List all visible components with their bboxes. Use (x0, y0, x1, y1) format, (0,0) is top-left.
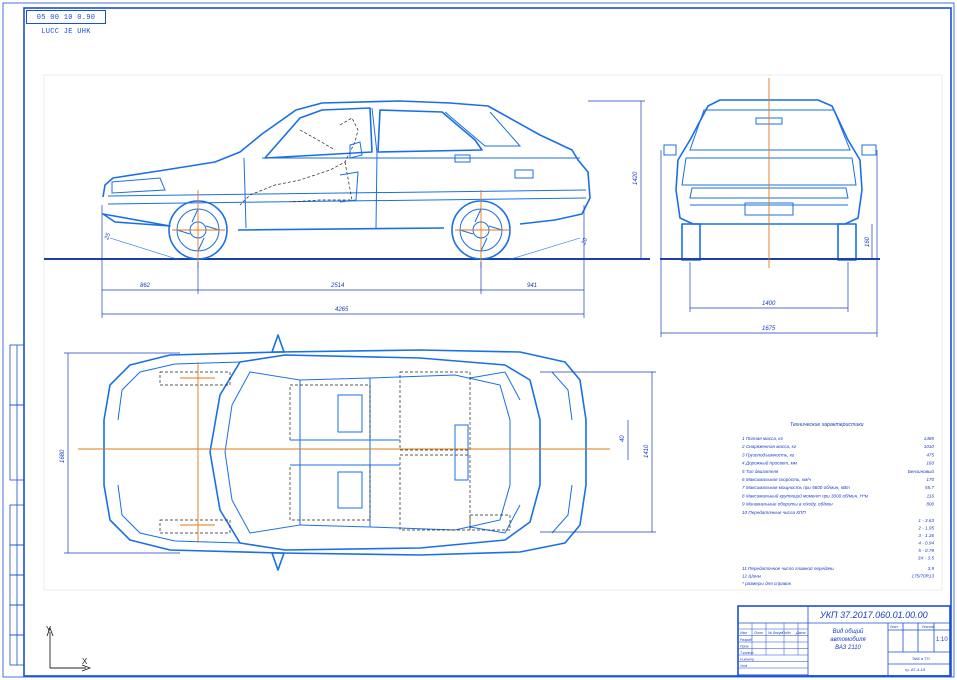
doc-code: УКП 37.2017.060.01.00.00 (819, 610, 928, 620)
dim-height: 1420 (633, 171, 639, 185)
spec-label: 10 Передаточные числа КПП (742, 510, 806, 515)
spec-gear: 4 - 0.94 (918, 541, 934, 546)
tb-row-label: Разраб (740, 638, 753, 642)
side-window-rear (377, 109, 483, 153)
binding-strip (9, 344, 25, 666)
sheets-label: Листов (922, 625, 934, 629)
spec-value: 175/70R13 (912, 574, 935, 579)
technical-drawing: .ln { stroke: #1a6fe6; fill: none; strok… (2, 2, 955, 678)
spec-gear: 2 - 1.95 (917, 526, 934, 531)
spec-label: 8 Максимальный крутящий момент при 3000 … (742, 492, 869, 498)
dim-overall-width: 1675 (762, 326, 776, 332)
sheet-label: Лист (890, 625, 899, 629)
specs-table: Технические характеристики 1 Полная масс… (741, 422, 934, 586)
scale: 1:10 (936, 637, 948, 643)
dim-front-overhang: 862 (140, 283, 151, 289)
spec-value: 800 (926, 502, 934, 507)
rear-view (660, 78, 880, 268)
spec-label: 1 Полная масса, кг (742, 436, 784, 441)
title-block: Изм Лист № докум Подп ДатаРазрабПровТ.контрН… (737, 605, 951, 677)
dim-track: 1400 (762, 301, 776, 307)
tb-row-label: Н.контр (740, 658, 754, 662)
dim-overall-length: 4265 (335, 307, 349, 313)
spec-gear: 5 - 0.78 (918, 548, 934, 553)
spec-value: Бензиновый (908, 468, 935, 474)
spec-label: 6 Максимальная скорость, км/ч (742, 477, 812, 482)
spec-value: 1010 (924, 444, 935, 449)
spec-gear: 3Х - 3.5 (918, 556, 935, 561)
coordinate-axes: Y X (46, 625, 92, 672)
spec-value: 116 (927, 493, 935, 498)
spec-label: 4 Дорожный просвет, мм (742, 460, 798, 466)
drawing-name-2: автомобиля (830, 637, 866, 643)
sheet-area (43, 74, 943, 591)
spec-label: * размеры для справок (742, 581, 792, 586)
spec-label: 11 Передаточное число главной передачи (742, 565, 834, 571)
top-view (78, 334, 610, 571)
spec-label: 12 Шины (742, 574, 762, 579)
drawing-frame (23, 7, 952, 677)
driver-figure (239, 117, 359, 206)
spec-gear: 1 - 3.63 (918, 518, 934, 523)
axis-x-label: X (82, 657, 88, 666)
spec-label: 9 Минимальные обороты в х/ходу, об/мин (742, 502, 833, 507)
spec-label: 5 Тип двигателя (742, 469, 779, 474)
dim-angle-rear: 20 (581, 237, 589, 247)
axis-y-label: Y (46, 625, 52, 634)
spec-value: 170 (926, 477, 934, 482)
side-dimensions: 862 2514 941 4265 1420 25 20 (101, 100, 645, 318)
top-body-outline (103, 349, 587, 556)
dim-angle-front: 25 (104, 232, 112, 242)
side-window-front (264, 107, 373, 159)
dim-top-width: 1680 (60, 449, 66, 463)
drawing-name-3: ВАЗ 2110 (835, 645, 861, 651)
spec-label: 3 Грузоподъемность, кг (742, 452, 795, 457)
tb-col-header: Изм (740, 631, 747, 635)
spec-value: 160 (926, 461, 934, 466)
spec-value: 55.7 (925, 485, 934, 490)
dim-wheelbase: 2514 (330, 283, 345, 289)
spec-gear: 3 - 1.36 (918, 533, 934, 538)
tb-col-header: Подп (782, 631, 791, 635)
spec-label: 2 Снаряженная масса, кг (741, 444, 797, 449)
org-line-1: ЭАК и ТО (912, 656, 930, 661)
dim-rear-overhang: 941 (527, 283, 537, 289)
specs-title: Технические характеристики (790, 422, 864, 428)
drawing-name-1: Вид общий (833, 628, 864, 635)
outer-border (2, 2, 955, 678)
spec-value: 475 (926, 452, 934, 457)
tb-row-label: Утв (740, 664, 747, 668)
tb-row-label: Т.контр (740, 651, 754, 655)
spec-value: 1485 (924, 436, 935, 441)
tb-row-label: Пров (740, 645, 749, 649)
dim-clearance: 160 (865, 236, 871, 247)
tb-col-header: Дата (795, 631, 805, 635)
dim-top-offset: 40 (620, 435, 626, 442)
org-line-2: гр. АТ-4-15 (905, 667, 926, 672)
top-dimensions: 1680 1410 40 (60, 352, 656, 554)
side-view (44, 100, 650, 268)
dim-top-inner: 1410 (644, 444, 650, 458)
spec-value: 3.9 (928, 566, 935, 571)
spec-label: 7 Максимальная мощность при 5600 об/мин,… (742, 485, 850, 490)
tb-col-header: Лист (753, 631, 763, 635)
